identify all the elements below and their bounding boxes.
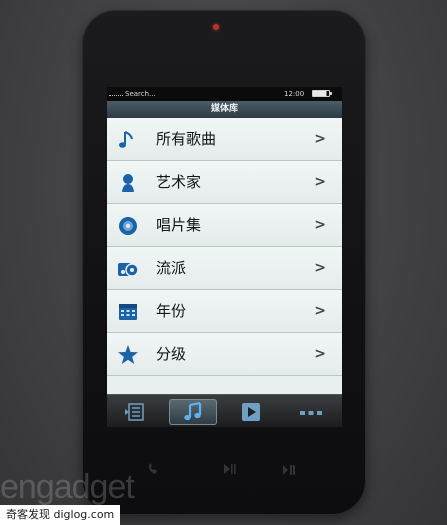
tab-more[interactable] [287, 399, 335, 425]
playlist-icon [125, 403, 144, 421]
chevron-right-icon: > [314, 131, 326, 147]
list-item-label: 艺术家 [156, 173, 202, 191]
chevron-right-icon: > [314, 346, 326, 362]
front-camera [213, 24, 219, 30]
chevron-right-icon: > [314, 260, 326, 276]
list-item-label: 唱片集 [156, 216, 202, 234]
star-icon [117, 344, 139, 366]
media-library-list: 所有歌曲 > 艺术家 > 唱片集 > 流派 > 年份 > 分级 > [107, 118, 342, 376]
pause-icon [283, 465, 295, 475]
video-icon [242, 403, 260, 421]
list-item-years[interactable]: 年份 > [107, 290, 342, 333]
tab-playlists[interactable] [111, 399, 159, 425]
artist-icon [117, 172, 139, 194]
music-note-icon [117, 129, 139, 151]
chevron-right-icon: > [314, 303, 326, 319]
page-title: 媒体库 [107, 101, 342, 118]
more-icon [300, 411, 322, 415]
chevron-right-icon: > [314, 217, 326, 233]
calendar-icon [117, 301, 139, 323]
list-item-label: 分级 [156, 345, 187, 363]
list-item-all-songs[interactable]: 所有歌曲 > [107, 118, 342, 161]
chevron-right-icon: > [314, 174, 326, 190]
list-item-ratings[interactable]: 分级 > [107, 333, 342, 376]
search-shortcut[interactable]: Search... [125, 87, 156, 101]
list-item-label: 年份 [156, 302, 187, 320]
phone-screen: Search... 12:00 媒体库 所有歌曲 > 艺术家 > 唱片集 > 流… [107, 87, 342, 427]
battery-icon [312, 90, 332, 97]
list-item-label: 流派 [156, 259, 187, 277]
status-bar: Search... 12:00 [107, 87, 342, 101]
tab-music[interactable] [169, 399, 217, 425]
bottom-tab-bar [107, 394, 342, 427]
play-pause-icon [224, 464, 236, 474]
list-item-artists[interactable]: 艺术家 > [107, 161, 342, 204]
site-caption: 奇客发现 diglog.com [0, 505, 121, 525]
genre-icon [117, 258, 139, 280]
album-icon [117, 215, 139, 237]
list-item-genres[interactable]: 流派 > [107, 247, 342, 290]
clock: 12:00 [284, 90, 305, 98]
music-note-icon [184, 401, 202, 421]
list-item-albums[interactable]: 唱片集 > [107, 204, 342, 247]
engadget-watermark: engadget [0, 468, 135, 506]
tab-video[interactable] [227, 399, 275, 425]
list-item-label: 所有歌曲 [156, 130, 217, 148]
signal-dots [109, 95, 123, 96]
